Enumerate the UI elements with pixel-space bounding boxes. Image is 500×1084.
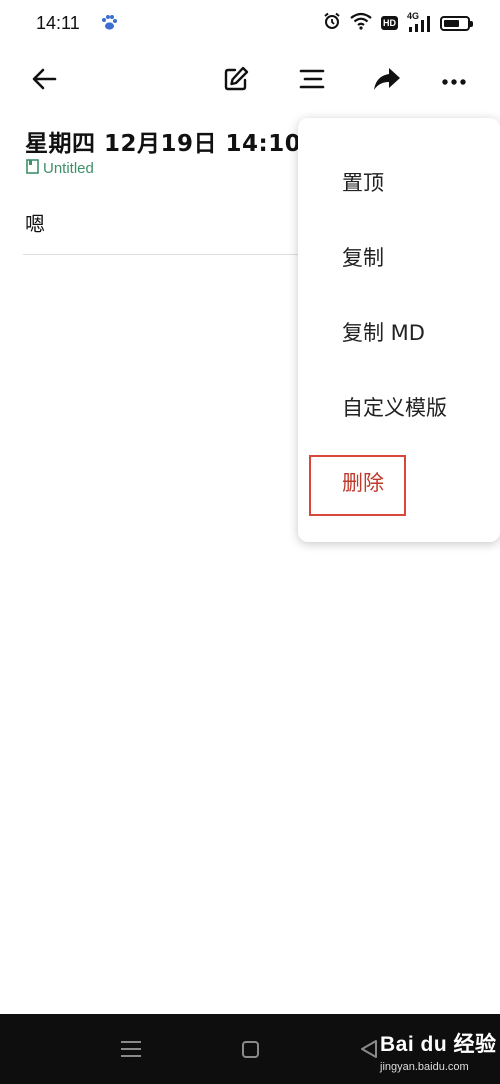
notebook-name: Untitled xyxy=(43,160,94,177)
status-time: 14:11 xyxy=(36,13,80,33)
edit-button[interactable] xyxy=(218,63,254,99)
divider xyxy=(23,254,313,255)
menu-item-pin[interactable]: 置顶 xyxy=(342,167,384,197)
watermark-brand: Bai du 经验 xyxy=(380,1033,497,1056)
more-button[interactable] xyxy=(436,63,472,99)
outline-button[interactable] xyxy=(294,63,330,99)
share-icon xyxy=(372,65,402,97)
edit-icon xyxy=(222,65,250,97)
delete-highlight-box xyxy=(309,455,406,516)
note-body[interactable]: 嗯 xyxy=(25,208,45,237)
menu-item-copy-md[interactable]: 复制 MD xyxy=(342,317,425,347)
back-arrow-icon xyxy=(30,65,58,97)
status-bar: 14:11 HD 4G xyxy=(0,0,500,48)
more-icon xyxy=(440,72,468,91)
status-icons: HD 4G xyxy=(323,11,473,34)
back-nav-button[interactable] xyxy=(360,1039,378,1063)
alarm-icon xyxy=(323,12,341,34)
watermark-site: jingyan.baidu.com xyxy=(380,1061,469,1073)
more-menu: 置顶 复制 复制 MD 自定义模版 删除 xyxy=(298,118,500,542)
menu-item-custom-template[interactable]: 自定义模版 xyxy=(342,392,447,422)
outline-icon xyxy=(298,65,326,97)
menu-line xyxy=(121,1041,141,1043)
note-title[interactable]: 星期四 12月19日 14:10 xyxy=(25,124,301,158)
baidu-paw-icon xyxy=(100,14,118,32)
recents-button[interactable] xyxy=(121,1041,141,1057)
baidu-jingyan-watermark: Bai du 经验 jingyan.baidu.com xyxy=(380,1028,497,1073)
menu-item-copy[interactable]: 复制 xyxy=(342,242,384,272)
battery-level xyxy=(444,19,460,27)
signal-icon: 4G xyxy=(407,11,431,33)
menu-line xyxy=(121,1048,141,1050)
note-toolbar xyxy=(0,55,500,107)
hd-icon: HD xyxy=(381,16,398,30)
menu-line xyxy=(121,1055,141,1057)
back-button[interactable] xyxy=(26,63,62,99)
share-button[interactable] xyxy=(369,63,405,99)
network-type: 4G xyxy=(407,11,420,21)
home-button[interactable] xyxy=(242,1041,259,1058)
battery-icon xyxy=(440,15,473,31)
notebook-tag[interactable]: Untitled xyxy=(26,159,94,178)
wifi-icon xyxy=(350,12,372,34)
notebook-icon xyxy=(26,159,39,178)
system-nav-bar: Bai du 经验 jingyan.baidu.com xyxy=(0,1014,500,1084)
